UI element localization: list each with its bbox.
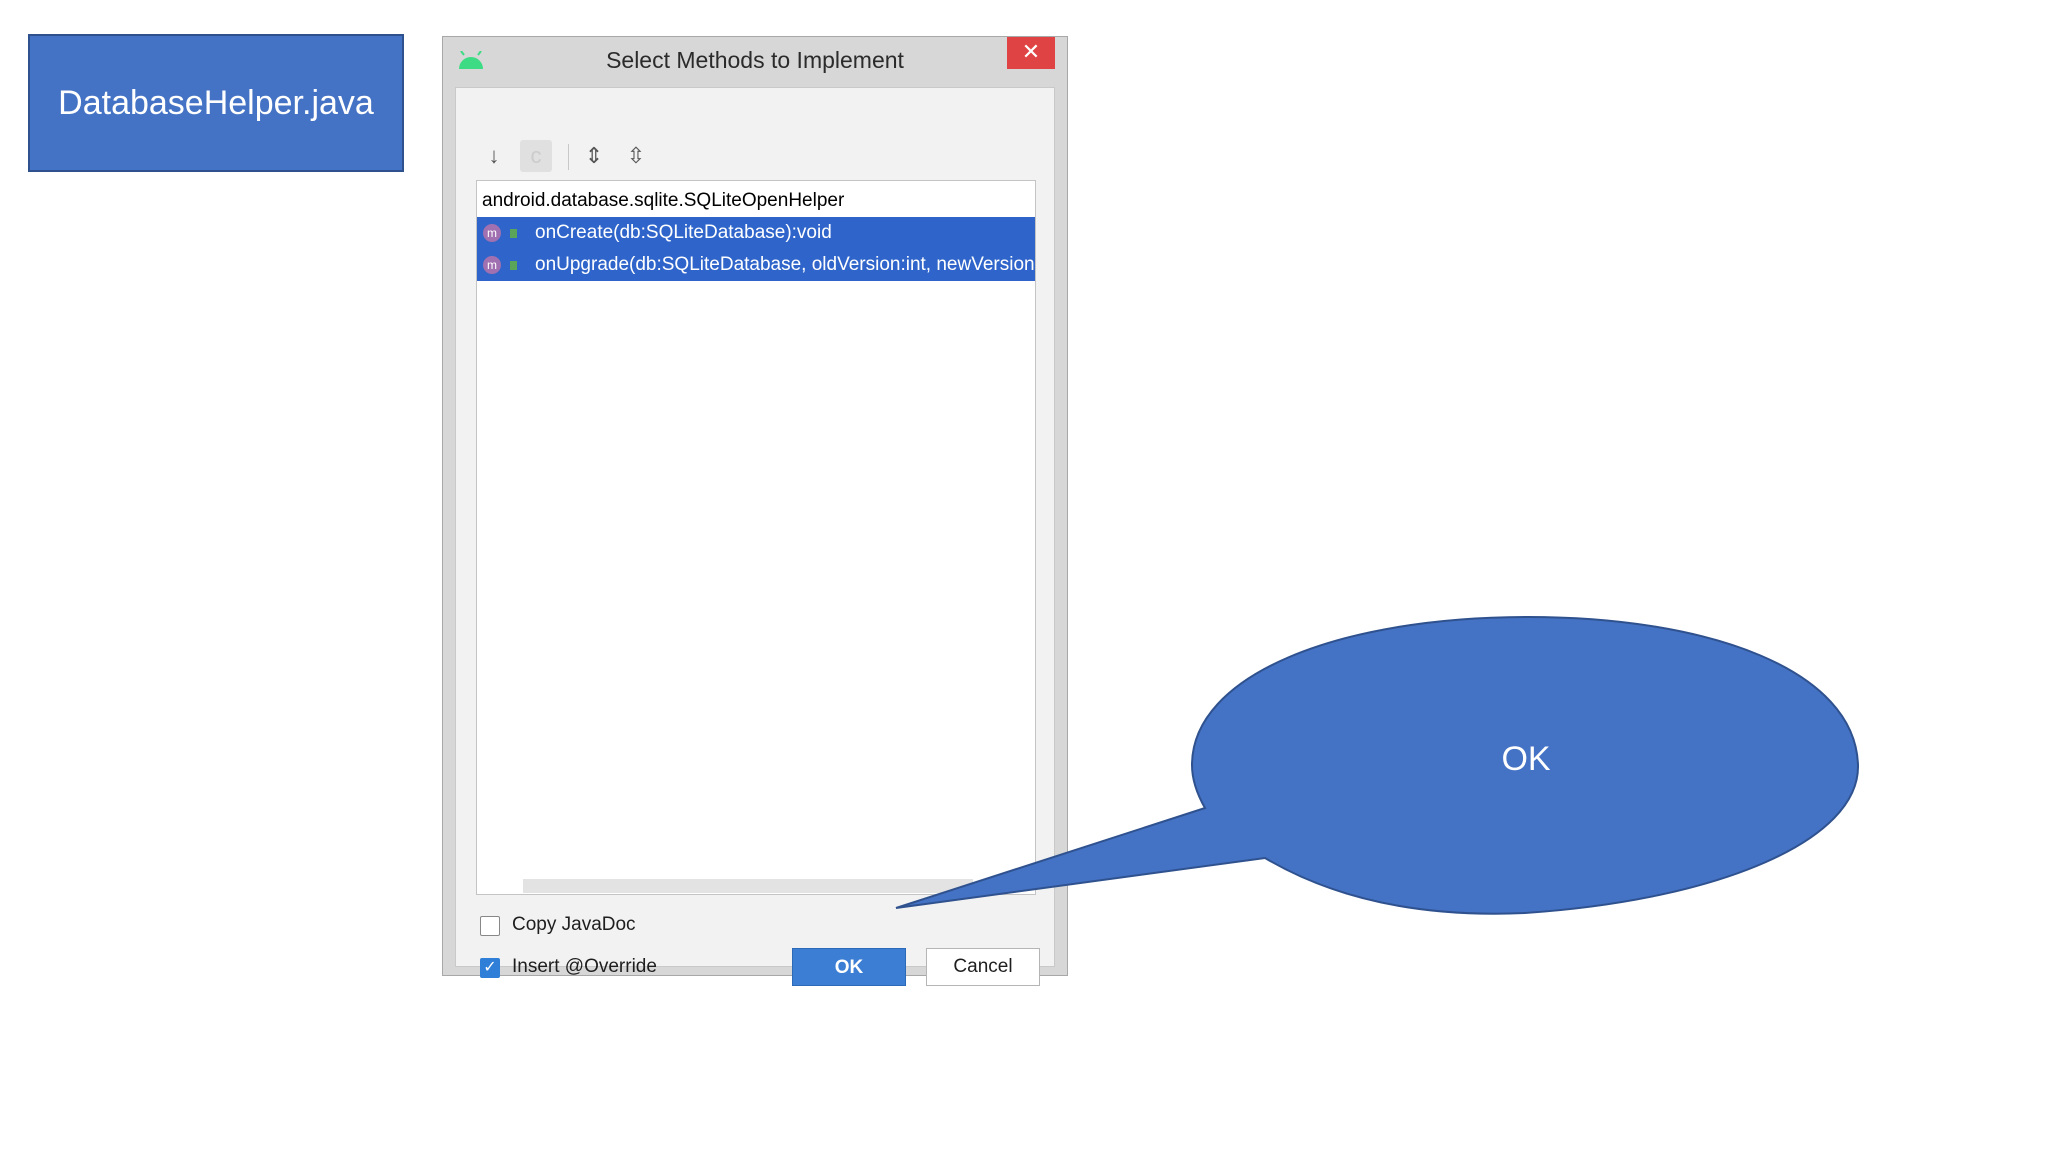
- callout-bubble: [895, 615, 1860, 915]
- callout-text: OK: [1501, 740, 1551, 778]
